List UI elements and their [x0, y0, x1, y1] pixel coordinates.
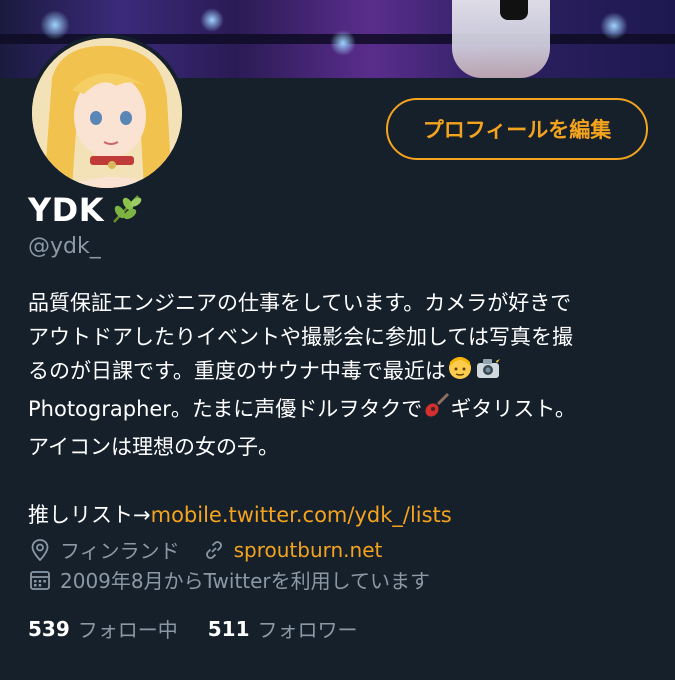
- joined-text: 2009年8月からTwitterを利用しています: [60, 569, 431, 593]
- followers-count: 511: [207, 616, 250, 641]
- bio-line: アイコンは理想の女の子。: [28, 435, 279, 459]
- display-name: YDK: [28, 191, 105, 229]
- guitar-emoji-icon: [422, 392, 450, 430]
- profile-bio: 品質保証エンジニアの仕事をしています。カメラが好きで アウトドアしたりイベントや…: [28, 286, 658, 532]
- following-label: フォロー中: [77, 618, 178, 642]
- user-handle: @ydk_: [28, 234, 101, 259]
- bio-text: 推しリスト→: [28, 503, 151, 527]
- banner-stage-light: [200, 8, 224, 32]
- bio-line: るのが日課です。重度のサウナ中毒で最近は: [28, 354, 658, 392]
- following-count: 539: [28, 616, 70, 641]
- profile-meta-row: フィンランド sproutburn.net: [28, 535, 382, 564]
- link-icon: [202, 538, 226, 562]
- bio-line: Photographer。たまに声優ドルヲタクで ギタリスト。: [28, 392, 658, 430]
- leaf-icon: [108, 190, 144, 230]
- followers-stat[interactable]: 511 フォロワー: [208, 614, 358, 643]
- person-emoji-icon: [446, 354, 474, 392]
- bio-line: 品質保証エンジニアの仕事をしています。カメラが好きで: [28, 291, 572, 315]
- camera-emoji-icon: [474, 354, 502, 392]
- bio-line: 推しリスト→mobile.twitter.com/ydk_/lists: [28, 498, 658, 532]
- location-pin-icon: [28, 538, 52, 562]
- bio-blank-line: [28, 464, 658, 498]
- location-text: フィンランド: [60, 539, 180, 563]
- joined-date-row: 2009年8月からTwitterを利用しています: [28, 565, 430, 594]
- banner-stage-light: [40, 10, 70, 40]
- bio-text: ギタリスト。: [450, 397, 576, 421]
- website-link[interactable]: sproutburn.net: [234, 538, 383, 562]
- bio-text: るのが日課です。重度のサウナ中毒で最近は: [28, 359, 446, 383]
- avatar[interactable]: [28, 34, 186, 192]
- banner-stage-light: [330, 30, 356, 56]
- follow-stats: 539 フォロー中 511 フォロワー: [28, 614, 358, 643]
- avatar-illustration: [32, 38, 182, 188]
- display-name-row: YDK: [28, 188, 144, 232]
- bio-line: アウトドアしたりイベントや撮影会に参加しては写真を撮: [28, 325, 573, 349]
- lists-link[interactable]: mobile.twitter.com/ydk_/lists: [151, 503, 452, 527]
- calendar-icon: [28, 568, 52, 592]
- followers-label: フォロワー: [257, 618, 358, 642]
- banner-performer-detail: [500, 0, 528, 20]
- bio-text: Photographer。たまに声優ドルヲタクで: [28, 397, 423, 421]
- edit-profile-button[interactable]: プロフィールを編集: [386, 98, 648, 160]
- banner-stage-light: [600, 12, 628, 40]
- following-stat[interactable]: 539 フォロー中: [28, 614, 178, 643]
